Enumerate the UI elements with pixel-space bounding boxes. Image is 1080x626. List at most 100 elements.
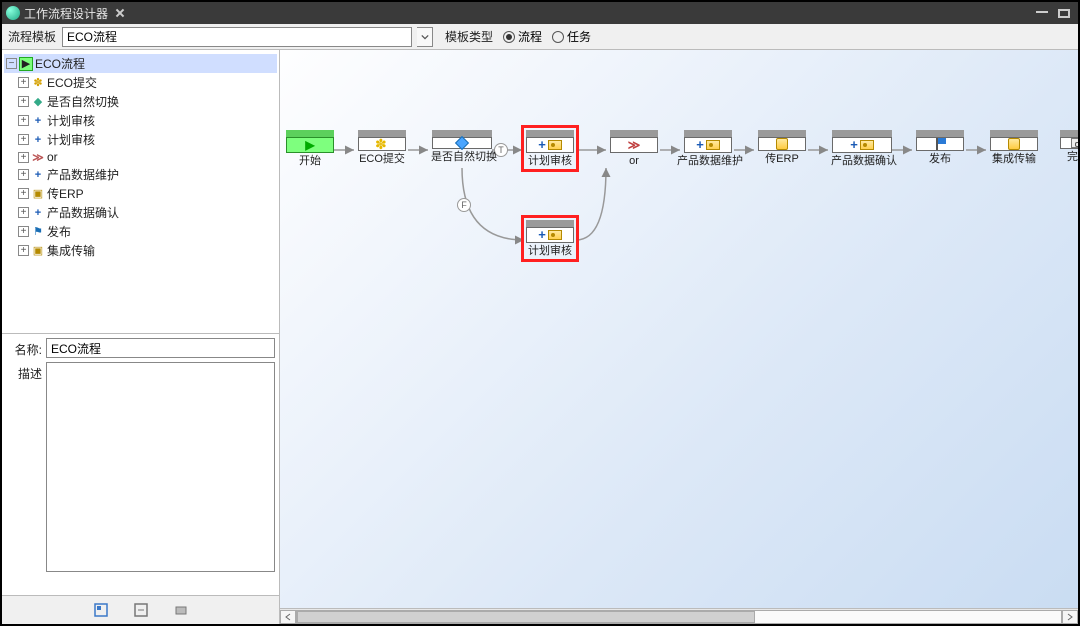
node-start-label: 开始 <box>299 155 321 167</box>
template-dropdown-button[interactable] <box>417 27 433 47</box>
node-integration[interactable]: 集成传输 <box>990 130 1038 165</box>
bottom-toolbar <box>2 596 279 624</box>
tree-item-label: 是否自然切换 <box>47 93 119 110</box>
node-plan-review[interactable]: + 计划审核 <box>526 130 574 167</box>
app-window: 工作流程设计器 流程模板 模板类型 流程 任务 − ▶ <box>0 0 1080 626</box>
titlebar: 工作流程设计器 <box>2 2 1078 24</box>
node-to-erp[interactable]: 传ERP <box>758 130 806 165</box>
tool-icon-1[interactable] <box>92 601 110 619</box>
radio-flow[interactable]: 流程 <box>503 28 542 45</box>
desc-textarea[interactable] <box>46 362 275 572</box>
scroll-track[interactable] <box>296 610 1062 624</box>
properties-panel: 名称: 描述 <box>2 334 279 596</box>
name-input[interactable] <box>46 338 275 358</box>
node-plan-review-label: 计划审核 <box>528 155 572 167</box>
tree-item-label: 产品数据确认 <box>47 204 119 221</box>
expander-icon[interactable]: + <box>18 77 29 88</box>
tree-item[interactable]: +◆是否自然切换 <box>4 92 277 111</box>
tree-item[interactable]: ++计划审核 <box>4 130 277 149</box>
chevron-down-icon <box>421 33 429 41</box>
expander-icon[interactable]: + <box>18 169 29 180</box>
node-is-natural[interactable]: 是否自然切换 <box>432 130 492 163</box>
tree-item[interactable]: +▣集成传输 <box>4 241 277 260</box>
doc-icon <box>706 140 720 150</box>
plus-icon: + <box>538 228 546 242</box>
radio-task[interactable]: 任务 <box>552 28 591 45</box>
tree-item[interactable]: +▣传ERP <box>4 184 277 203</box>
expander-icon[interactable]: + <box>18 207 29 218</box>
tree-item[interactable]: ++计划审核 <box>4 111 277 130</box>
branch-false-label: F <box>457 198 471 212</box>
tree-item[interactable]: ++产品数据确认 <box>4 203 277 222</box>
start-node-icon: ▶ <box>19 57 33 71</box>
tree-item[interactable]: +✽ECO提交 <box>4 73 277 92</box>
node-product-confirm[interactable]: + 产品数据确认 <box>832 130 892 167</box>
node-plan-review-2-label: 计划审核 <box>528 245 572 257</box>
expander-icon[interactable]: + <box>18 226 29 237</box>
tool-icon-2[interactable] <box>132 601 150 619</box>
tool-icon-3[interactable] <box>172 601 190 619</box>
node-is-natural-label: 是否自然切换 <box>431 151 493 163</box>
doc-icon <box>860 140 874 150</box>
diamond-icon <box>455 136 469 150</box>
node-plan-review-2[interactable]: + 计划审核 <box>526 220 574 257</box>
expander-icon[interactable]: − <box>6 58 17 69</box>
tree-item-label: 发布 <box>47 223 71 240</box>
tree-item-label: 计划审核 <box>47 131 95 148</box>
type-label: 模板类型 <box>445 28 493 45</box>
radio-task-indicator <box>552 31 564 43</box>
minimize-button[interactable] <box>1036 11 1048 15</box>
canvas-wrap: T F ▶ 开始 ECO提交 是否自然切换 + 计划审核 <box>280 50 1078 624</box>
expander-icon[interactable]: + <box>18 152 29 163</box>
tree-item-label: or <box>47 150 58 164</box>
left-pane: − ▶ ECO流程 +✽ECO提交+◆是否自然切换++计划审核++计划审核+≫o… <box>2 50 280 624</box>
scroll-thumb[interactable] <box>297 611 755 623</box>
window-title: 工作流程设计器 <box>24 5 108 22</box>
flag-icon <box>934 138 946 150</box>
tree-item[interactable]: ++产品数据维护 <box>4 165 277 184</box>
tree-item-label: 传ERP <box>47 185 84 202</box>
node-product-maint[interactable]: + 产品数据维护 <box>684 130 732 167</box>
sun-icon <box>376 138 388 150</box>
node-finish[interactable]: 完成 <box>1060 130 1078 163</box>
node-to-erp-label: 传ERP <box>765 153 799 165</box>
main-body: − ▶ ECO流程 +✽ECO提交+◆是否自然切换++计划审核++计划审核+≫o… <box>2 50 1078 624</box>
expander-icon[interactable]: + <box>18 96 29 107</box>
tree-item[interactable]: +⚑发布 <box>4 222 277 241</box>
scroll-right-button[interactable] <box>1062 610 1078 624</box>
scroll-left-button[interactable] <box>280 610 296 624</box>
workflow-canvas[interactable]: T F ▶ 开始 ECO提交 是否自然切换 + 计划审核 <box>280 50 1078 624</box>
maximize-button[interactable] <box>1058 9 1070 18</box>
radio-flow-indicator <box>503 31 515 43</box>
db-icon <box>776 138 788 150</box>
expander-icon[interactable]: + <box>18 115 29 126</box>
tree-item-label: ECO提交 <box>47 74 97 91</box>
tab-close-icon[interactable] <box>116 9 124 17</box>
name-label: 名称: <box>6 338 42 358</box>
radio-flow-label: 流程 <box>518 28 542 45</box>
expander-icon[interactable]: + <box>18 134 29 145</box>
node-finish-label: 完成 <box>1067 151 1078 163</box>
node-eco-submit-label: ECO提交 <box>359 153 405 165</box>
template-label: 流程模板 <box>8 28 56 45</box>
tree-item-label: 计划审核 <box>47 112 95 129</box>
desc-label: 描述 <box>6 362 42 382</box>
tree-item-label: 集成传输 <box>47 242 95 259</box>
window-controls <box>1036 9 1074 18</box>
node-publish[interactable]: 发布 <box>916 130 964 165</box>
tree-root[interactable]: − ▶ ECO流程 <box>4 54 277 73</box>
tree-root-label: ECO流程 <box>35 55 85 72</box>
plus-icon: + <box>696 138 704 152</box>
node-start[interactable]: ▶ 开始 <box>286 130 334 167</box>
or-icon: ≫ <box>628 138 641 152</box>
horizontal-scrollbar[interactable] <box>280 608 1078 624</box>
tree-item[interactable]: +≫or <box>4 149 277 165</box>
expander-icon[interactable]: + <box>18 245 29 256</box>
tree-view[interactable]: − ▶ ECO流程 +✽ECO提交+◆是否自然切换++计划审核++计划审核+≫o… <box>2 50 279 334</box>
db-icon <box>1008 138 1020 150</box>
node-or[interactable]: ≫ or <box>610 130 658 167</box>
node-eco-submit[interactable]: ECO提交 <box>358 130 406 165</box>
expander-icon[interactable]: + <box>18 188 29 199</box>
template-input[interactable] <box>62 27 412 47</box>
plus-icon: + <box>538 138 546 152</box>
